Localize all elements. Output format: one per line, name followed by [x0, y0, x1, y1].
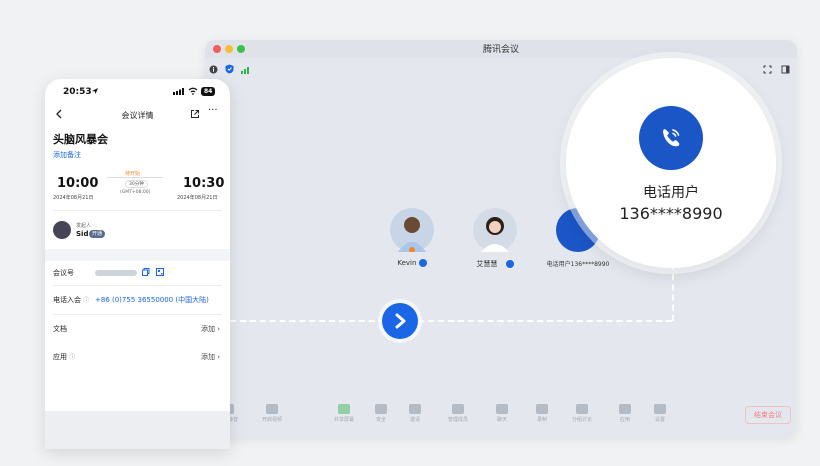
mic-icon — [505, 260, 514, 268]
host-row: 发起人 Sid 开通 — [45, 215, 230, 249]
participant-name: Kevin — [377, 259, 447, 267]
qr-code-icon[interactable] — [156, 262, 164, 286]
status-bar: 20:53 84 — [45, 79, 230, 105]
connector-line — [672, 264, 674, 321]
meeting-title: 头脑风暴会 — [53, 133, 108, 146]
apps-label: 应用 — [53, 353, 67, 361]
signal-icon — [241, 59, 251, 78]
toolbar-button[interactable]: 开启视频 — [257, 404, 287, 423]
share-icon[interactable] — [190, 109, 200, 121]
docs-row[interactable]: 文档 添加 › — [45, 315, 230, 343]
add-note-link[interactable]: 添加备注 — [45, 150, 230, 160]
meeting-id-value — [95, 270, 137, 276]
toolbar-button[interactable]: 分组讨论 — [567, 404, 597, 423]
toolbar-button[interactable]: 录制 — [527, 404, 557, 423]
docs-add-button[interactable]: 添加 › — [201, 315, 220, 343]
participant-tile[interactable]: 艾慧慧 — [460, 208, 530, 269]
toolbar-button[interactable]: 设置 — [645, 404, 675, 423]
phone-user-label: 电话用户 — [643, 185, 699, 201]
meeting-id-row: 会议号 — [45, 261, 230, 285]
avatar — [390, 208, 434, 253]
nav-title: 会议详情 — [121, 111, 154, 120]
participant-tile[interactable]: Kevin — [377, 208, 447, 267]
mobile-screen: 20:53 84 会议详情 ··· 头脑风暴会 添加备注 10:00 2024年… — [45, 79, 230, 449]
phone-user-number: 136****8990 — [619, 204, 723, 223]
toolbar-button[interactable]: 邀请 — [400, 404, 430, 423]
phone-join-label: 电话入会 — [53, 296, 81, 304]
copy-icon[interactable] — [142, 262, 150, 286]
status-time: 20:53 — [63, 87, 92, 97]
duration-badge: 30分钟 — [125, 180, 148, 188]
docs-label: 文档 — [53, 325, 67, 333]
meeting-time-range: 10:00 2024年08月21日 待开始 30分钟 (GMT+08:00) 1… — [45, 168, 230, 210]
nav-bar: 会议详情 ··· — [45, 105, 230, 127]
info-icon[interactable] — [209, 59, 218, 78]
host-label: 发起人 — [76, 223, 92, 229]
start-date: 2024年08月21日 — [53, 195, 94, 201]
toolbar-button[interactable]: 聊天 — [487, 404, 517, 423]
window-titlebar: 腾讯会议 — [205, 40, 797, 58]
mic-icon — [418, 259, 427, 267]
toolbar-button[interactable]: 安全 — [366, 404, 396, 423]
host-badge: 开通 — [89, 230, 106, 238]
location-icon — [91, 87, 99, 98]
fullscreen-icon[interactable] — [763, 59, 772, 78]
info-icon: ⓘ — [69, 354, 76, 361]
avatar — [53, 221, 71, 239]
toolbar-button[interactable]: 应用 — [610, 404, 640, 423]
participant-name: 艾慧慧 — [460, 259, 530, 269]
apps-add-button[interactable]: 添加 › — [201, 343, 220, 371]
avatar — [473, 208, 517, 252]
toolbar-button[interactable]: 共享屏幕 — [329, 404, 359, 423]
phone-user-zoom-bubble: 电话用户 136****8990 — [566, 58, 776, 268]
connector-line — [230, 320, 672, 322]
battery-indicator: 84 — [201, 87, 216, 96]
phone-call-icon — [639, 106, 703, 170]
meeting-toolbar: 解除静音 开启视频 共享屏幕 安全 邀请 管理成员 聊天 录制 分组讨论 应用 … — [205, 398, 797, 438]
phone-join-row: 电话入会 ⓘ +86 (0)755 36550000 (中国大陆) — [45, 286, 230, 314]
window-title: 腾讯会议 — [482, 45, 519, 55]
end-meeting-button[interactable]: 结束会议 — [745, 406, 791, 424]
participant-name: 电话用户136****8990 — [546, 261, 610, 268]
more-icon[interactable]: ··· — [208, 105, 218, 116]
shield-icon[interactable] — [225, 59, 234, 78]
timezone-label: (GMT+08:00) — [120, 190, 151, 195]
wifi-icon — [188, 87, 198, 98]
cellular-icon — [173, 88, 185, 98]
phone-join-number[interactable]: +86 (0)755 36550000 (中国大陆) — [95, 286, 209, 314]
host-name: Sid — [76, 230, 89, 238]
apps-row[interactable]: 应用 ⓘ 添加 › — [45, 343, 230, 371]
start-time: 10:00 — [57, 176, 99, 191]
end-time: 10:30 — [183, 176, 225, 191]
arrow-right-icon — [382, 303, 418, 339]
layout-icon[interactable] — [781, 59, 790, 78]
info-icon: ⓘ — [83, 297, 90, 304]
end-date: 2024年08月21日 — [177, 195, 218, 201]
status-badge: 待开始 — [125, 171, 141, 177]
toolbar-button[interactable]: 管理成员 — [443, 404, 473, 423]
meeting-id-label: 会议号 — [53, 269, 74, 277]
bottom-bar — [45, 411, 230, 449]
